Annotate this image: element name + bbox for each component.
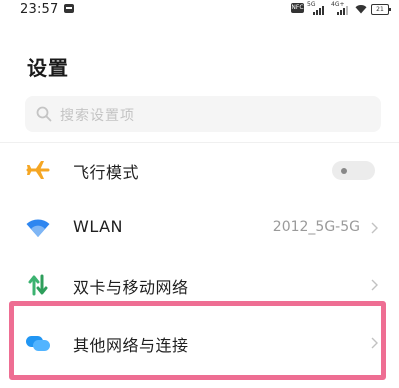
chevron-right-icon — [371, 222, 378, 234]
chevron-right-icon — [371, 279, 378, 291]
nfc-icon: NFC — [291, 3, 304, 13]
setting-label-dual-sim: 双卡与移动网络 — [73, 278, 189, 297]
airplane-mode-toggle[interactable] — [332, 161, 375, 180]
setting-row-dual-sim[interactable]: 双卡与移动网络 — [0, 259, 399, 311]
setting-label-other-connections: 其他网络与连接 — [73, 336, 189, 355]
setting-label-wlan: WLAN — [73, 217, 124, 236]
search-input[interactable]: 搜索设置项 — [25, 96, 381, 132]
setting-label-airplane-mode: 飞行模式 — [73, 163, 140, 182]
toggle-knob — [341, 168, 347, 174]
airplane-icon — [26, 161, 50, 179]
status-time: 23:57 — [20, 2, 59, 17]
search-placeholder: 搜索设置项 — [60, 108, 135, 124]
page-title: 设置 — [27, 56, 69, 80]
divider — [0, 142, 399, 143]
battery-icon: 21 — [371, 4, 391, 15]
setting-row-wlan[interactable]: WLAN 2012_5G-5G — [0, 202, 399, 254]
signal-sim2-icon: 4G+ — [331, 1, 349, 15]
signal-sim1-icon: 5G — [307, 1, 325, 15]
mobile-data-icon — [28, 274, 48, 296]
wifi-icon — [26, 219, 50, 237]
setting-row-other-connections[interactable]: 其他网络与连接 — [0, 317, 399, 369]
message-notification-icon — [64, 4, 74, 13]
search-icon — [36, 106, 52, 122]
wlan-network-name: 2012_5G-5G — [272, 219, 360, 235]
status-bar: 23:57 NFC 5G 4G+ 21 — [0, 0, 399, 22]
setting-row-airplane-mode[interactable]: 飞行模式 — [0, 144, 399, 196]
wifi-status-icon — [355, 5, 367, 14]
chevron-right-icon — [371, 337, 378, 349]
other-connections-icon — [26, 336, 50, 351]
